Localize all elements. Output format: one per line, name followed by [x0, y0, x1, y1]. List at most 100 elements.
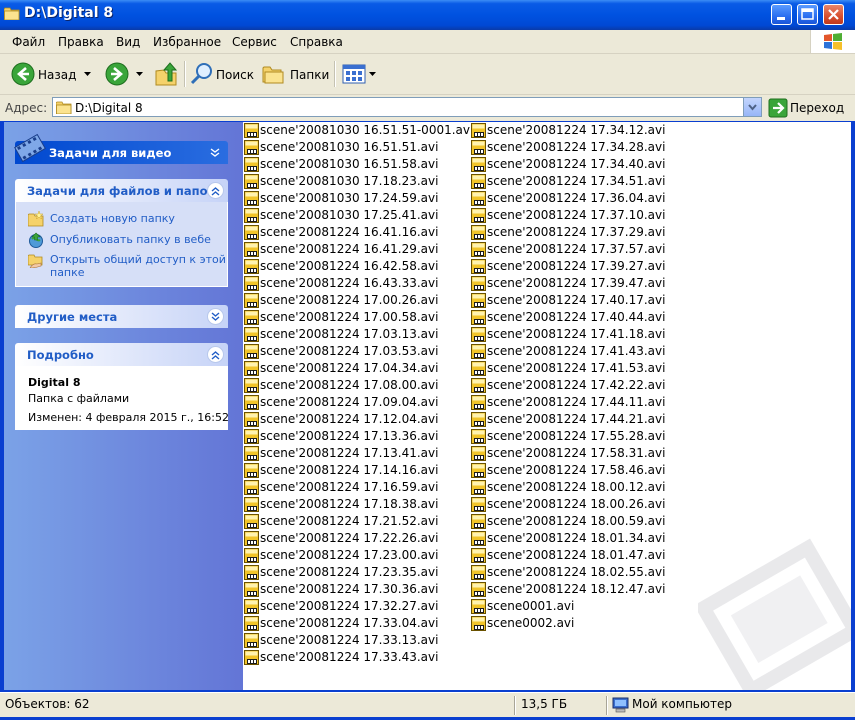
avi-file-icon — [471, 310, 486, 325]
details-title: Подробно — [27, 348, 94, 362]
avi-file-icon — [471, 259, 486, 274]
back-arrow-icon — [11, 62, 35, 86]
file-name: scene'20081224 17.41.18.avi — [487, 327, 666, 341]
views-button[interactable] — [342, 60, 378, 88]
new-folder-icon — [28, 211, 44, 227]
maximize-button[interactable] — [797, 4, 818, 25]
folder-icon — [4, 7, 20, 20]
file-name: scene'20081224 17.58.31.avi — [487, 446, 666, 460]
toolbar-separator — [334, 61, 336, 87]
menu-view[interactable]: Вид — [116, 35, 140, 49]
close-icon — [828, 9, 839, 20]
status-location: Мой компьютер — [632, 697, 732, 711]
avi-file-icon — [471, 242, 486, 257]
avi-file-icon — [471, 123, 486, 138]
file-name: scene'20081224 17.13.41.avi — [260, 446, 439, 460]
menu-favorites[interactable]: Избранное — [153, 35, 221, 49]
file-name: scene'20081030 17.24.59.avi — [260, 191, 439, 205]
file-list[interactable]: scene'20081030 16.51.51-0001.avi scene'20… — [243, 122, 851, 690]
avi-file-icon — [471, 565, 486, 580]
title-bar[interactable]: D:\Digital 8 — [0, 0, 855, 30]
collapse-button[interactable] — [207, 346, 224, 363]
avi-file-icon — [244, 633, 259, 648]
file-name: scene'20081224 17.44.21.avi — [487, 412, 666, 426]
collapse-button[interactable] — [207, 182, 224, 199]
menu-edit[interactable]: Правка — [58, 35, 104, 49]
chevron-down-icon[interactable] — [210, 148, 220, 158]
avi-file-icon — [471, 599, 486, 614]
file-name: scene'20081224 17.39.47.avi — [487, 276, 666, 290]
close-button[interactable] — [823, 4, 844, 25]
avi-file-icon — [471, 582, 486, 597]
back-button[interactable]: Назад — [10, 60, 100, 88]
task-share-folder-label: Открыть общий доступ к этой — [50, 253, 226, 266]
file-name: scene'20081224 17.44.11.avi — [487, 395, 666, 409]
file-name: scene'20081224 17.13.36.avi — [260, 429, 439, 443]
file-name: scene'20081224 16.41.16.avi — [260, 225, 439, 239]
file-tasks-body: Создать новую папку Опубликовать папку в… — [15, 202, 228, 287]
file-name: scene'20081224 17.34.28.avi — [487, 140, 666, 154]
windows-flag-icon — [824, 33, 842, 50]
up-folder-icon — [155, 62, 178, 86]
explorer-window: D:\Digital 8 Файл Правка Вид Избранное С… — [0, 0, 855, 720]
avi-file-icon — [244, 310, 259, 325]
file-name: scene'20081224 17.03.13.avi — [260, 327, 439, 341]
file-name: scene'20081030 16.51.58.avi — [260, 157, 439, 171]
file-tasks-header[interactable]: Задачи для файлов и папок — [15, 179, 228, 202]
back-label: Назад — [38, 68, 77, 82]
file-name: scene'20081224 18.00.59.avi — [487, 514, 666, 528]
avi-file-icon — [471, 548, 486, 563]
avi-file-icon — [244, 174, 259, 189]
file-name: scene'20081224 18.12.47.avi — [487, 582, 666, 596]
file-name: scene'20081224 17.41.53.avi — [487, 361, 666, 375]
avi-file-icon — [244, 565, 259, 580]
views-icon — [342, 64, 366, 84]
file-name: scene'20081224 17.39.27.avi — [487, 259, 666, 273]
maximize-icon — [801, 8, 814, 20]
avi-file-icon — [244, 378, 259, 393]
file-name: scene'20081224 17.55.28.avi — [487, 429, 666, 443]
chevron-down-icon — [748, 104, 757, 111]
minimize-button[interactable] — [771, 4, 792, 25]
file-name: scene'20081224 17.34.51.avi — [487, 174, 666, 188]
avi-file-icon — [471, 140, 486, 155]
avi-file-icon — [471, 174, 486, 189]
forward-arrow-icon — [105, 62, 129, 86]
avi-file-icon — [244, 429, 259, 444]
file-name: scene'20081224 17.58.46.avi — [487, 463, 666, 477]
toolbar-separator — [184, 61, 186, 87]
folders-button[interactable]: Папки — [262, 60, 330, 88]
other-places-title: Другие места — [27, 310, 118, 324]
avi-file-icon — [244, 327, 259, 342]
menu-file[interactable]: Файл — [12, 35, 45, 49]
address-dropdown-button[interactable] — [743, 98, 761, 116]
avi-file-icon — [244, 650, 259, 665]
file-name: scene'20081030 17.18.23.avi — [260, 174, 439, 188]
avi-file-icon — [471, 361, 486, 376]
address-input[interactable]: D:\Digital 8 — [52, 97, 762, 117]
other-places-header[interactable]: Другие места — [15, 305, 228, 328]
details-name: Digital 8 — [28, 376, 81, 389]
avi-file-icon — [244, 480, 259, 495]
up-folder-button[interactable] — [154, 60, 182, 88]
avi-file-icon — [471, 191, 486, 206]
avi-file-icon — [471, 327, 486, 342]
details-header[interactable]: Подробно — [15, 343, 228, 366]
share-folder-icon — [28, 254, 43, 268]
search-button[interactable]: Поиск — [190, 60, 256, 88]
video-tasks-header[interactable]: Задачи для видео — [14, 133, 228, 164]
menu-help[interactable]: Справка — [290, 35, 343, 49]
file-name: scene'20081224 17.34.40.avi — [487, 157, 666, 171]
avi-file-icon — [244, 582, 259, 597]
chevron-up-icon — [211, 351, 220, 360]
film-icon — [14, 133, 46, 163]
avi-file-icon — [471, 276, 486, 291]
avi-file-icon — [471, 225, 486, 240]
expand-button[interactable] — [207, 308, 224, 325]
avi-file-icon — [244, 412, 259, 427]
file-name: scene'20081224 17.41.43.avi — [487, 344, 666, 358]
avi-file-icon — [471, 293, 486, 308]
status-bar: Объектов: 62 13,5 ГБ Мой компьютер — [0, 692, 855, 718]
menu-tools[interactable]: Сервис — [232, 35, 277, 49]
forward-button[interactable] — [104, 60, 146, 88]
